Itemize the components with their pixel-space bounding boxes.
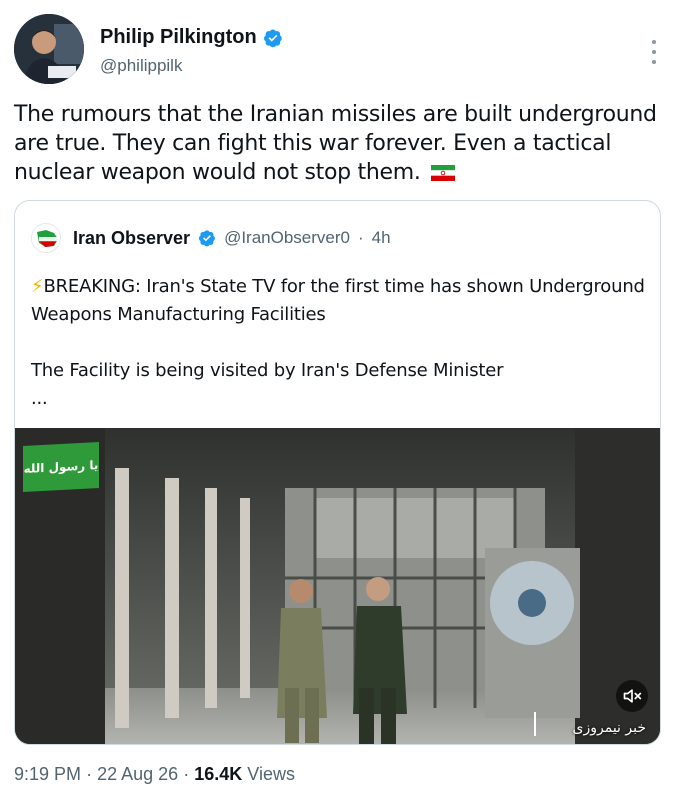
more-options-icon[interactable]	[644, 40, 664, 64]
quoted-line1: BREAKING: Iran's State TV for the first …	[31, 276, 645, 325]
quoted-avatar[interactable]	[31, 223, 61, 253]
quoted-handle[interactable]: @IranObserver0	[224, 228, 350, 248]
caption-divider	[534, 712, 536, 736]
quoted-header: Iran Observer @IranObserver0 · 4h	[31, 223, 391, 253]
post-time[interactable]: 9:19 PM	[14, 764, 81, 784]
quoted-author-name[interactable]: Iran Observer	[73, 228, 190, 249]
author-avatar[interactable]	[14, 14, 84, 84]
quoted-separator: ·	[357, 228, 364, 247]
footer-separator: ·	[183, 764, 190, 784]
verified-badge-icon	[263, 29, 282, 47]
avatar-photo-icon	[14, 14, 84, 84]
quoted-verified-badge-icon	[198, 230, 215, 247]
author-name[interactable]: Philip Pilkington	[100, 26, 257, 49]
quoted-time[interactable]: 4h	[372, 228, 391, 248]
tweet-text: The rumours that the Iranian missiles ar…	[14, 100, 666, 187]
video-player[interactable]: یا رسول الله خبر نیمروزی	[15, 428, 660, 744]
views-count[interactable]: 16.4K	[194, 764, 242, 784]
author-handle[interactable]: @philippilk	[100, 56, 182, 76]
mute-icon	[623, 689, 642, 703]
tweet-body: The rumours that the Iranian missiles ar…	[14, 102, 657, 185]
quoted-tweet-card[interactable]: Iran Observer @IranObserver0 · 4h ⚡BREAK…	[14, 200, 661, 745]
channel-badge: یا رسول الله	[23, 442, 99, 492]
mute-button[interactable]	[616, 680, 648, 712]
video-frame-image	[15, 428, 660, 744]
tweet-footer: 9:19 PM · 22 Aug 26 · 16.4K Views	[14, 764, 295, 785]
quoted-ellipsis: ...	[31, 388, 48, 409]
lightning-icon: ⚡	[31, 276, 44, 297]
quoted-text: ⚡BREAKING: Iran's State TV for the first…	[31, 273, 646, 413]
tweet-header: Philip Pilkington @philippilk	[14, 14, 668, 86]
video-caption: خبر نیمروزی	[572, 720, 646, 736]
quoted-line2: The Facility is being visited by Iran's …	[31, 360, 504, 381]
iran-map-logo-icon	[32, 224, 60, 252]
post-date[interactable]: 22 Aug 26	[97, 764, 178, 784]
views-label: Views	[247, 764, 295, 784]
footer-separator: ·	[86, 764, 93, 784]
iran-flag-icon	[431, 165, 456, 181]
